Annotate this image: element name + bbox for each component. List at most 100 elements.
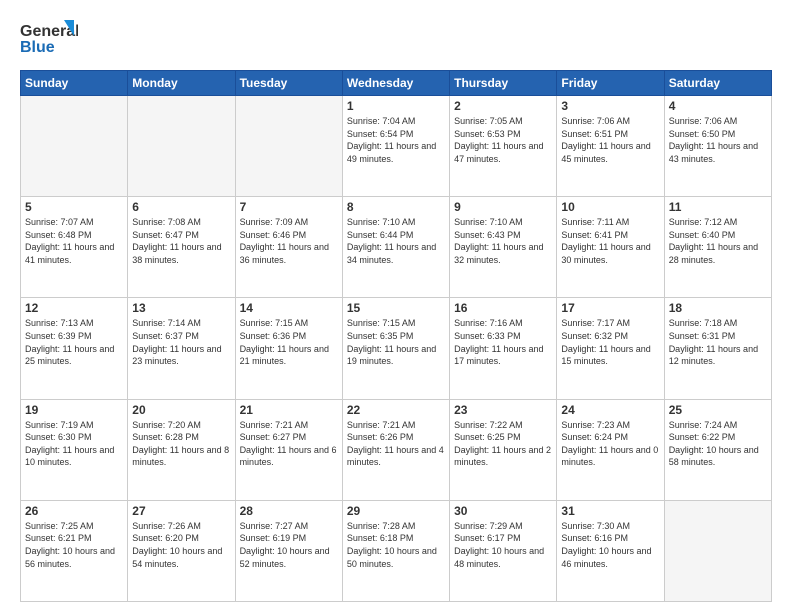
day-info: Sunrise: 7:21 AM Sunset: 6:27 PM Dayligh… bbox=[240, 419, 338, 469]
day-info: Sunrise: 7:29 AM Sunset: 6:17 PM Dayligh… bbox=[454, 520, 552, 570]
day-number: 21 bbox=[240, 403, 338, 417]
day-info: Sunrise: 7:20 AM Sunset: 6:28 PM Dayligh… bbox=[132, 419, 230, 469]
day-info: Sunrise: 7:30 AM Sunset: 6:16 PM Dayligh… bbox=[561, 520, 659, 570]
calendar-cell: 11 Sunrise: 7:12 AM Sunset: 6:40 PM Dayli… bbox=[664, 197, 771, 298]
day-number: 4 bbox=[669, 99, 767, 113]
day-number: 2 bbox=[454, 99, 552, 113]
day-number: 31 bbox=[561, 504, 659, 518]
day-number: 17 bbox=[561, 301, 659, 315]
calendar-cell: 15 Sunrise: 7:15 AM Sunset: 6:35 PM Dayli… bbox=[342, 298, 449, 399]
day-number: 7 bbox=[240, 200, 338, 214]
calendar-cell: 5Sunrise: 7:07 AM Sunset: 6:48 PM Daylig… bbox=[21, 197, 128, 298]
day-number: 13 bbox=[132, 301, 230, 315]
calendar-cell: 13 Sunrise: 7:14 AM Sunset: 6:37 PM Dayli… bbox=[128, 298, 235, 399]
day-info: Sunrise: 7:23 AM Sunset: 6:24 PM Dayligh… bbox=[561, 419, 659, 469]
calendar-cell bbox=[664, 500, 771, 601]
calendar-cell: 20Sunrise: 7:20 AM Sunset: 6:28 PM Dayli… bbox=[128, 399, 235, 500]
calendar-cell: 16Sunrise: 7:16 AM Sunset: 6:33 PM Dayli… bbox=[450, 298, 557, 399]
day-number: 18 bbox=[669, 301, 767, 315]
calendar-cell: 8 Sunrise: 7:10 AM Sunset: 6:44 PM Daylig… bbox=[342, 197, 449, 298]
calendar-cell: 19 Sunrise: 7:19 AM Sunset: 6:30 PM Dayli… bbox=[21, 399, 128, 500]
day-number: 28 bbox=[240, 504, 338, 518]
calendar-cell: 9 Sunrise: 7:10 AM Sunset: 6:43 PM Daylig… bbox=[450, 197, 557, 298]
day-info: Sunrise: 7:15 AM Sunset: 6:35 PM Dayligh… bbox=[347, 317, 445, 367]
calendar-cell: 12 Sunrise: 7:13 AM Sunset: 6:39 PM Dayli… bbox=[21, 298, 128, 399]
day-number: 3 bbox=[561, 99, 659, 113]
calendar-week-row: 1Sunrise: 7:04 AM Sunset: 6:54 PM Daylig… bbox=[21, 96, 772, 197]
calendar-cell: 7Sunrise: 7:09 AM Sunset: 6:46 PM Daylig… bbox=[235, 197, 342, 298]
day-number: 24 bbox=[561, 403, 659, 417]
day-info: Sunrise: 7:27 AM Sunset: 6:19 PM Dayligh… bbox=[240, 520, 338, 570]
day-number: 12 bbox=[25, 301, 123, 315]
header: General Blue bbox=[20, 16, 772, 60]
calendar-week-row: 26 Sunrise: 7:25 AM Sunset: 6:21 PM Dayli… bbox=[21, 500, 772, 601]
calendar-cell: 22Sunrise: 7:21 AM Sunset: 6:26 PM Dayli… bbox=[342, 399, 449, 500]
calendar-cell: 17 Sunrise: 7:17 AM Sunset: 6:32 PM Dayli… bbox=[557, 298, 664, 399]
day-info: Sunrise: 7:22 AM Sunset: 6:25 PM Dayligh… bbox=[454, 419, 552, 469]
day-number: 14 bbox=[240, 301, 338, 315]
day-number: 10 bbox=[561, 200, 659, 214]
calendar-cell: 3Sunrise: 7:06 AM Sunset: 6:51 PM Daylig… bbox=[557, 96, 664, 197]
calendar-cell: 24 Sunrise: 7:23 AM Sunset: 6:24 PM Dayli… bbox=[557, 399, 664, 500]
day-info: Sunrise: 7:12 AM Sunset: 6:40 PM Dayligh… bbox=[669, 216, 767, 266]
calendar-cell: 27 Sunrise: 7:26 AM Sunset: 6:20 PM Dayli… bbox=[128, 500, 235, 601]
logo: General Blue bbox=[20, 16, 78, 60]
day-info: Sunrise: 7:21 AM Sunset: 6:26 PM Dayligh… bbox=[347, 419, 445, 469]
calendar-day-header: Tuesday bbox=[235, 71, 342, 96]
day-info: Sunrise: 7:17 AM Sunset: 6:32 PM Dayligh… bbox=[561, 317, 659, 367]
calendar-cell: 10Sunrise: 7:11 AM Sunset: 6:41 PM Dayli… bbox=[557, 197, 664, 298]
calendar-cell bbox=[21, 96, 128, 197]
calendar-cell: 1Sunrise: 7:04 AM Sunset: 6:54 PM Daylig… bbox=[342, 96, 449, 197]
calendar-cell: 18 Sunrise: 7:18 AM Sunset: 6:31 PM Dayli… bbox=[664, 298, 771, 399]
day-number: 30 bbox=[454, 504, 552, 518]
day-info: Sunrise: 7:13 AM Sunset: 6:39 PM Dayligh… bbox=[25, 317, 123, 367]
calendar-day-header: Saturday bbox=[664, 71, 771, 96]
calendar-cell: 6Sunrise: 7:08 AM Sunset: 6:47 PM Daylig… bbox=[128, 197, 235, 298]
calendar-day-header: Wednesday bbox=[342, 71, 449, 96]
day-info: Sunrise: 7:24 AM Sunset: 6:22 PM Dayligh… bbox=[669, 419, 767, 469]
calendar-week-row: 5Sunrise: 7:07 AM Sunset: 6:48 PM Daylig… bbox=[21, 197, 772, 298]
day-info: Sunrise: 7:06 AM Sunset: 6:50 PM Dayligh… bbox=[669, 115, 767, 165]
day-number: 29 bbox=[347, 504, 445, 518]
calendar-cell: 31 Sunrise: 7:30 AM Sunset: 6:16 PM Dayli… bbox=[557, 500, 664, 601]
calendar-table: SundayMondayTuesdayWednesdayThursdayFrid… bbox=[20, 70, 772, 602]
calendar-cell: 29 Sunrise: 7:28 AM Sunset: 6:18 PM Dayli… bbox=[342, 500, 449, 601]
day-number: 25 bbox=[669, 403, 767, 417]
calendar-week-row: 12 Sunrise: 7:13 AM Sunset: 6:39 PM Dayli… bbox=[21, 298, 772, 399]
day-info: Sunrise: 7:28 AM Sunset: 6:18 PM Dayligh… bbox=[347, 520, 445, 570]
day-info: Sunrise: 7:25 AM Sunset: 6:21 PM Dayligh… bbox=[25, 520, 123, 570]
page: General Blue SundayMondayTuesdayWednesda… bbox=[0, 0, 792, 612]
day-info: Sunrise: 7:05 AM Sunset: 6:53 PM Dayligh… bbox=[454, 115, 552, 165]
day-info: Sunrise: 7:26 AM Sunset: 6:20 PM Dayligh… bbox=[132, 520, 230, 570]
day-info: Sunrise: 7:15 AM Sunset: 6:36 PM Dayligh… bbox=[240, 317, 338, 367]
day-number: 23 bbox=[454, 403, 552, 417]
day-number: 26 bbox=[25, 504, 123, 518]
calendar-cell: 2 Sunrise: 7:05 AM Sunset: 6:53 PM Daylig… bbox=[450, 96, 557, 197]
calendar-cell: 25 Sunrise: 7:24 AM Sunset: 6:22 PM Dayli… bbox=[664, 399, 771, 500]
calendar-cell: 28 Sunrise: 7:27 AM Sunset: 6:19 PM Dayli… bbox=[235, 500, 342, 601]
calendar-cell: 21 Sunrise: 7:21 AM Sunset: 6:27 PM Dayli… bbox=[235, 399, 342, 500]
day-info: Sunrise: 7:10 AM Sunset: 6:43 PM Dayligh… bbox=[454, 216, 552, 266]
day-info: Sunrise: 7:19 AM Sunset: 6:30 PM Dayligh… bbox=[25, 419, 123, 469]
calendar-header-row: SundayMondayTuesdayWednesdayThursdayFrid… bbox=[21, 71, 772, 96]
day-number: 27 bbox=[132, 504, 230, 518]
calendar-week-row: 19 Sunrise: 7:19 AM Sunset: 6:30 PM Dayli… bbox=[21, 399, 772, 500]
calendar-cell bbox=[128, 96, 235, 197]
calendar-cell: 30 Sunrise: 7:29 AM Sunset: 6:17 PM Dayli… bbox=[450, 500, 557, 601]
day-info: Sunrise: 7:07 AM Sunset: 6:48 PM Dayligh… bbox=[25, 216, 123, 266]
day-number: 15 bbox=[347, 301, 445, 315]
day-info: Sunrise: 7:18 AM Sunset: 6:31 PM Dayligh… bbox=[669, 317, 767, 367]
day-number: 8 bbox=[347, 200, 445, 214]
calendar-day-header: Thursday bbox=[450, 71, 557, 96]
calendar-cell: 14 Sunrise: 7:15 AM Sunset: 6:36 PM Dayli… bbox=[235, 298, 342, 399]
day-number: 16 bbox=[454, 301, 552, 315]
day-number: 11 bbox=[669, 200, 767, 214]
logo-icon: General Blue bbox=[20, 16, 78, 60]
day-info: Sunrise: 7:14 AM Sunset: 6:37 PM Dayligh… bbox=[132, 317, 230, 367]
calendar-cell: 26 Sunrise: 7:25 AM Sunset: 6:21 PM Dayli… bbox=[21, 500, 128, 601]
day-number: 9 bbox=[454, 200, 552, 214]
calendar-day-header: Friday bbox=[557, 71, 664, 96]
calendar-day-header: Sunday bbox=[21, 71, 128, 96]
day-number: 19 bbox=[25, 403, 123, 417]
day-info: Sunrise: 7:10 AM Sunset: 6:44 PM Dayligh… bbox=[347, 216, 445, 266]
